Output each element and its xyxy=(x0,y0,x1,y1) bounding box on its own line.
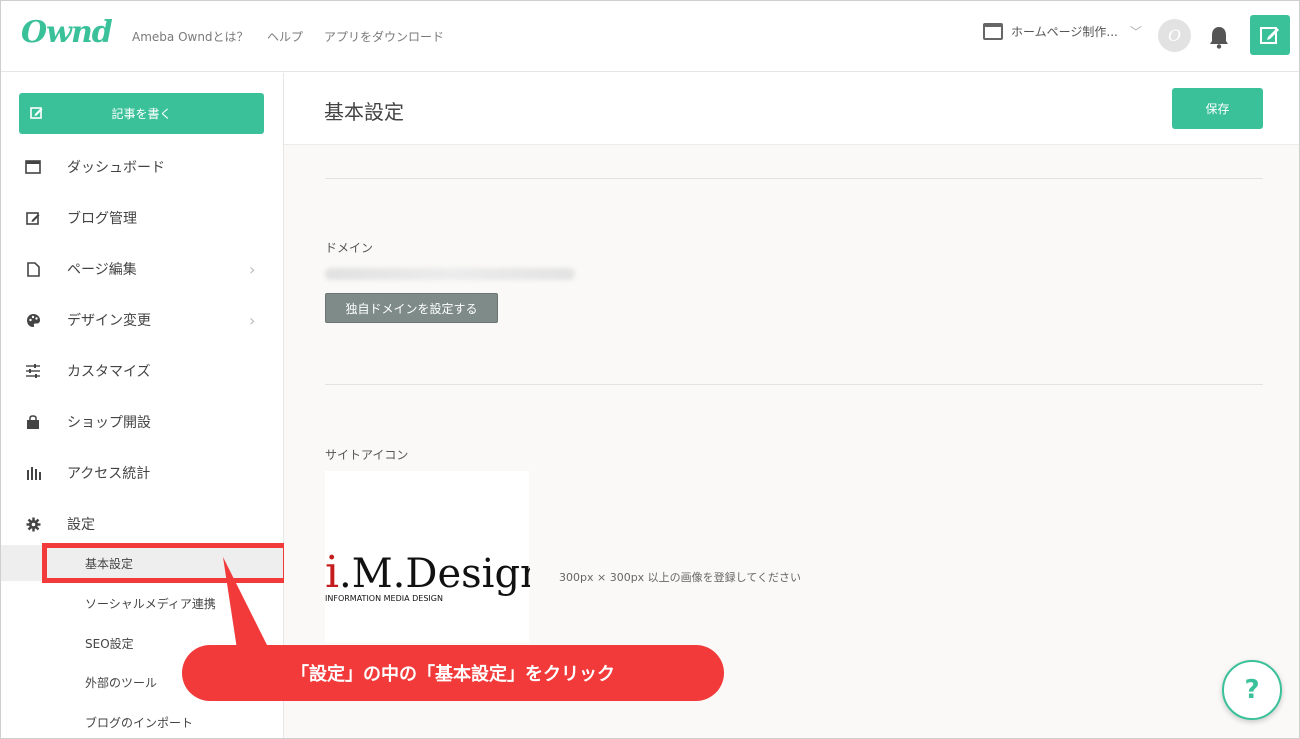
help-button[interactable]: ? xyxy=(1222,660,1282,720)
nav-about[interactable]: Ameba Owndとは？ xyxy=(132,28,249,45)
sidebar: 記事を書く ダッシュボード ブログ管理 ページ編集 › デザイン変更 › カスタ… xyxy=(1,73,288,738)
site-icon-logo-image: i .M.Design INFORMATION MEDIA DESIGN xyxy=(325,547,530,603)
chevron-right-icon: › xyxy=(249,259,256,279)
edit-icon xyxy=(1260,27,1279,44)
logo-subtext: INFORMATION MEDIA DESIGN xyxy=(325,594,443,603)
bar-chart-icon xyxy=(25,465,41,481)
sidebar-item-shop[interactable]: ショップ開設 xyxy=(1,402,283,442)
bell-icon[interactable] xyxy=(1208,25,1230,49)
write-post-button[interactable]: 記事を書く xyxy=(19,93,264,134)
sidebar-item-customize[interactable]: カスタマイズ xyxy=(1,351,283,391)
avatar[interactable]: O xyxy=(1158,19,1191,52)
browser-window-icon xyxy=(25,159,41,175)
sidebar-item-label: ショップ開設 xyxy=(67,415,151,431)
sidebar-subitem-social[interactable]: ソーシャルメディア連携 xyxy=(1,585,283,621)
logo-text: .M.Design xyxy=(339,551,530,597)
sidebar-subitem-label: ソーシャルメディア連携 xyxy=(85,596,216,611)
edit-icon xyxy=(30,107,43,119)
gear-icon xyxy=(25,516,41,532)
divider xyxy=(325,178,1263,179)
sidebar-item-dashboard[interactable]: ダッシュボード xyxy=(1,147,283,187)
chevron-down-icon: ﹀ xyxy=(1129,25,1142,39)
sidebar-item-label: 設定 xyxy=(67,517,95,533)
site-selector[interactable]: ホームページ制作... ﹀ xyxy=(983,23,1142,40)
domain-url-blurred xyxy=(325,268,575,280)
nav-help[interactable]: ヘルプ xyxy=(267,28,303,45)
browser-window-icon xyxy=(983,23,1003,40)
sidebar-item-design[interactable]: デザイン変更 › xyxy=(1,300,283,340)
domain-label: ドメイン xyxy=(325,241,374,255)
shopping-bag-icon xyxy=(25,414,41,430)
sidebar-item-label: ブログ管理 xyxy=(67,211,137,227)
sidebar-item-analytics[interactable]: アクセス統計 xyxy=(1,453,283,493)
custom-domain-button[interactable]: 独自ドメインを設定する xyxy=(325,293,498,323)
nav-download-app[interactable]: アプリをダウンロード xyxy=(324,28,444,45)
page-header: 基本設定 保存 xyxy=(284,73,1299,145)
site-icon-hint: 300px × 300px 以上の画像を登録してください xyxy=(559,571,802,584)
chevron-right-icon: › xyxy=(249,310,256,330)
sidebar-item-label: ページ編集 xyxy=(67,262,137,278)
page-title: 基本設定 xyxy=(324,100,404,124)
write-post-label: 記事を書く xyxy=(111,107,172,121)
site-selector-label: ホームページ制作... xyxy=(1011,25,1118,39)
annotation-callout: 「設定」の中の「基本設定」をクリック xyxy=(182,645,724,701)
sidebar-item-blog[interactable]: ブログ管理 xyxy=(1,198,283,238)
sidebar-item-label: アクセス統計 xyxy=(67,466,151,482)
sidebar-item-label: ダッシュボード xyxy=(67,160,165,176)
logo-letter-i: i xyxy=(325,547,339,598)
palette-icon xyxy=(25,312,41,328)
sidebar-item-label: デザイン変更 xyxy=(67,313,151,329)
site-icon-label: サイトアイコン xyxy=(325,448,409,462)
divider xyxy=(325,384,1263,385)
sidebar-subitem-label: SEO設定 xyxy=(85,636,134,651)
app-window: Ownd Ameba Owndとは？ ヘルプ アプリをダウンロード ホームページ… xyxy=(0,0,1300,739)
edit-icon xyxy=(25,210,41,226)
sidebar-item-pages[interactable]: ページ編集 › xyxy=(1,249,283,289)
sidebar-subitem-blog-import[interactable]: ブログのインポート xyxy=(1,704,283,738)
main-content: 基本設定 保存 ドメイン 独自ドメインを設定する サイトアイコン i .M.De… xyxy=(284,73,1299,738)
top-header: Ownd Ameba Owndとは？ ヘルプ アプリをダウンロード ホームページ… xyxy=(1,1,1299,72)
sidebar-subitem-label: 外部のツール xyxy=(85,675,158,690)
sidebar-item-settings[interactable]: 設定 xyxy=(1,504,283,544)
save-button[interactable]: 保存 xyxy=(1172,88,1263,129)
new-post-button[interactable] xyxy=(1250,15,1290,55)
sliders-icon xyxy=(25,363,41,379)
ownd-logo[interactable]: Ownd xyxy=(21,15,113,50)
sidebar-item-label: カスタマイズ xyxy=(67,364,151,380)
page-icon xyxy=(25,261,41,277)
sidebar-subitem-label: ブログのインポート xyxy=(85,715,194,730)
annotation-highlight-box xyxy=(42,543,288,583)
